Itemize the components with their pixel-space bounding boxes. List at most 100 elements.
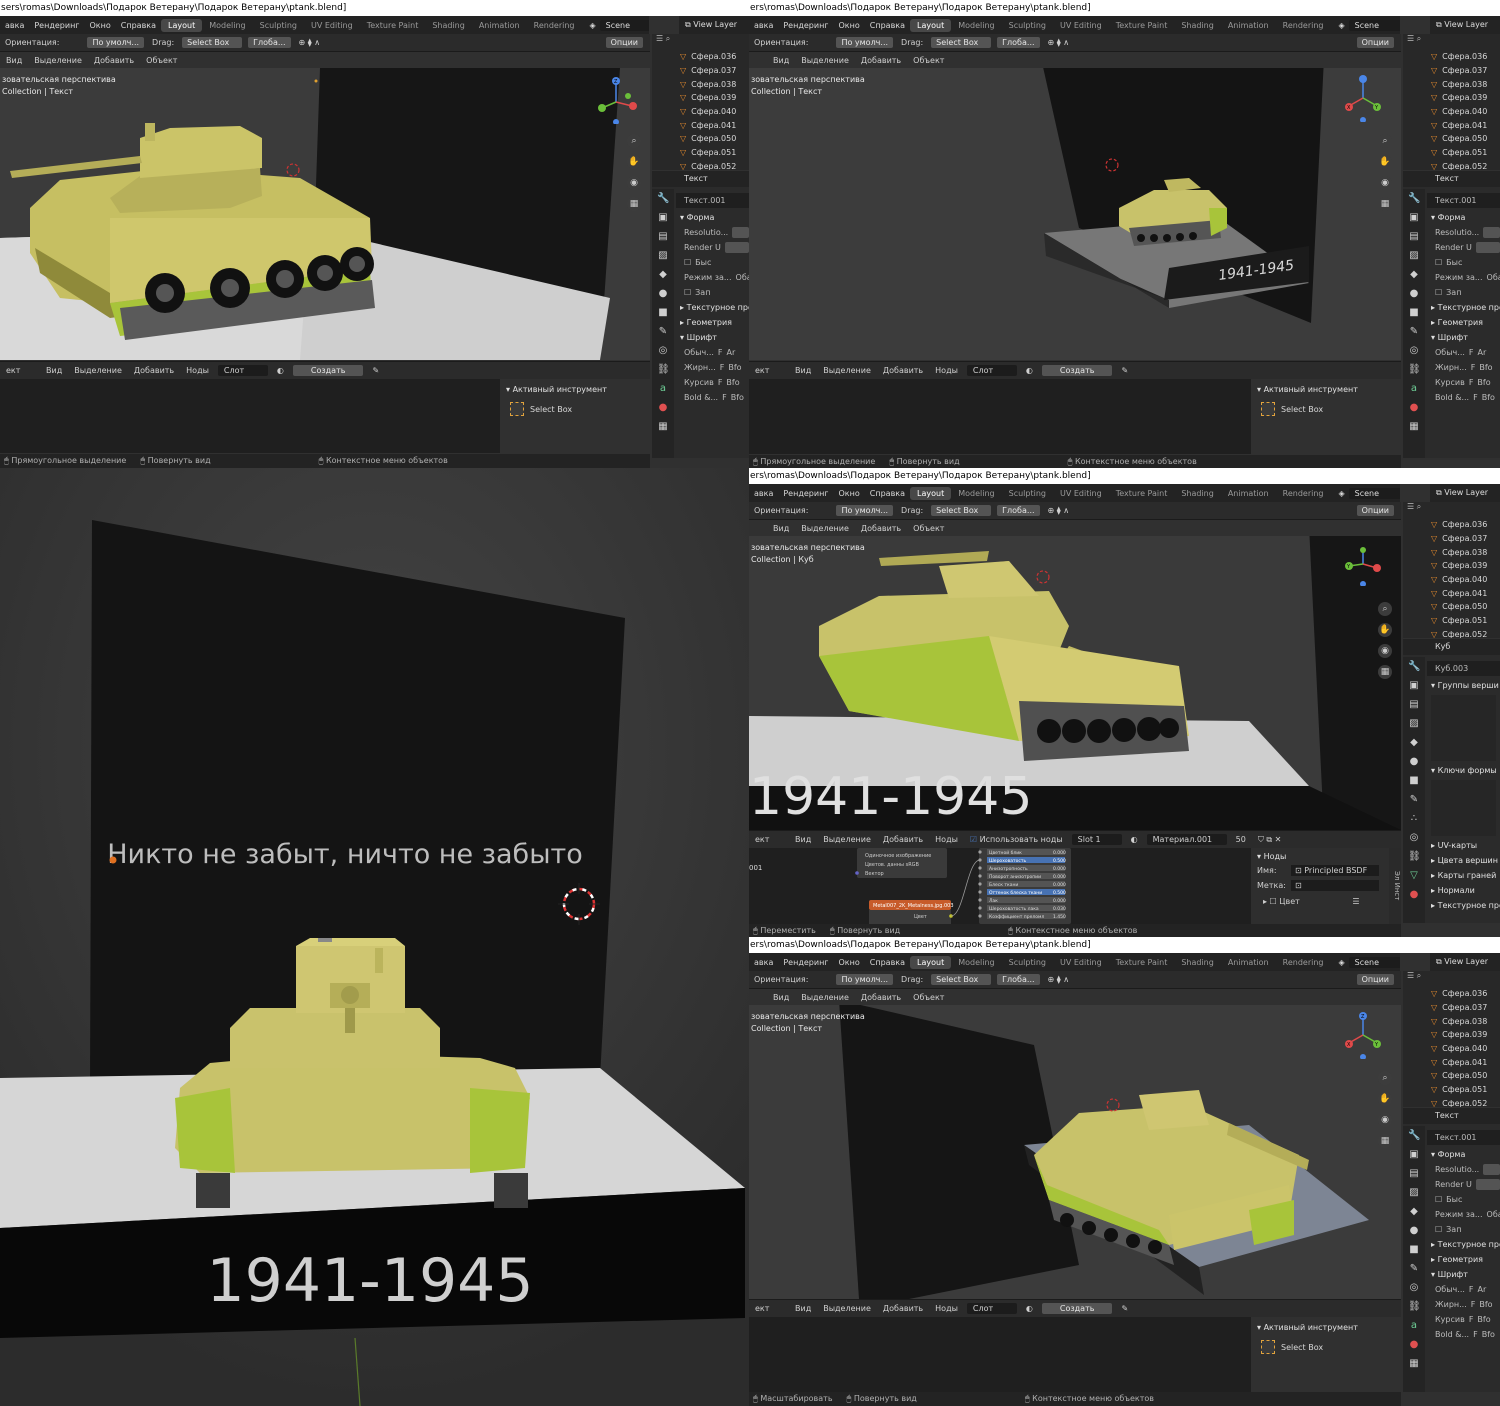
- select-box-tool[interactable]: Select Box: [1251, 1332, 1401, 1362]
- select-box-tool[interactable]: Select Box: [500, 394, 650, 424]
- node-menu-add[interactable]: Добавить: [877, 1304, 929, 1313]
- material-sphere-icon[interactable]: ◐: [1125, 835, 1144, 844]
- tab-texture-paint[interactable]: Texture Paint: [1109, 956, 1175, 969]
- hand-pan-icon[interactable]: ✋: [627, 155, 641, 169]
- constraint-icon[interactable]: ⛓: [1408, 851, 1421, 863]
- transform-dropdown[interactable]: Глоба...: [997, 37, 1040, 48]
- render-icon[interactable]: ▣: [657, 212, 669, 224]
- menu-item[interactable]: Рендеринг: [778, 958, 833, 967]
- tab-modeling[interactable]: Modeling: [951, 487, 1001, 500]
- options-dropdown[interactable]: Опции: [1356, 505, 1394, 516]
- resolution-field[interactable]: Resolutio...: [676, 225, 749, 240]
- tab-layout[interactable]: Layout: [910, 486, 952, 500]
- tab-rendering[interactable]: Rendering: [527, 19, 582, 32]
- list-item[interactable]: ▽ Сфера.052: [652, 160, 749, 170]
- checker-icon[interactable]: ▦: [1408, 421, 1420, 433]
- viewport-3d[interactable]: 1941-1945 зовательская перспектива Colle…: [749, 68, 1401, 360]
- hand-pan-icon[interactable]: ✋: [1378, 155, 1392, 169]
- view-layer-field[interactable]: ⧉ View Layer: [1430, 484, 1500, 502]
- font-italic-field[interactable]: Курсив F Bfo: [1427, 1312, 1500, 1327]
- node-label-field[interactable]: ⊡: [1291, 880, 1379, 891]
- scene-icon[interactable]: ◆: [657, 269, 669, 281]
- material-icon[interactable]: ●: [657, 402, 669, 414]
- list-item[interactable]: ▽ Сфера.052: [1403, 628, 1500, 638]
- checker-icon[interactable]: ▦: [1408, 1358, 1420, 1370]
- menu-item[interactable]: Справка: [116, 21, 161, 30]
- tool-icon[interactable]: 🔧: [1408, 661, 1420, 673]
- list-item[interactable]: ▽ Сфера.037: [652, 64, 749, 78]
- list-item[interactable]: ▽ Сфера.036: [1403, 518, 1500, 532]
- list-item[interactable]: ▽ Сфера.039: [652, 91, 749, 105]
- physics-icon[interactable]: ◎: [657, 345, 669, 357]
- fill-mode-field[interactable]: Режим за...Оба(: [1427, 270, 1500, 285]
- list-item[interactable]: ▽ Сфера.037: [1403, 1001, 1500, 1015]
- drag-dropdown[interactable]: Select Box: [931, 505, 992, 516]
- viewport-menu-add[interactable]: Добавить: [855, 524, 907, 533]
- object-icon[interactable]: ■: [1408, 307, 1420, 319]
- mesh-data-icon[interactable]: ▽: [1408, 870, 1420, 882]
- node-editor-canvas[interactable]: Одиночное изображение Цветов. данны sRGB…: [749, 848, 1251, 924]
- node-menu-view[interactable]: Вид: [40, 366, 68, 375]
- list-item[interactable]: ▽ Сфера.036: [1403, 50, 1500, 64]
- list-item[interactable]: ▽ Сфера.039: [1403, 559, 1500, 573]
- grid-icon[interactable]: ▦: [1378, 197, 1392, 211]
- zoom-icon[interactable]: ⌕: [1378, 134, 1392, 148]
- tab-shading[interactable]: Shading: [1174, 19, 1221, 32]
- list-item[interactable]: ▽ Сфера.040: [652, 105, 749, 119]
- pin-icon[interactable]: ✎: [1115, 1304, 1134, 1313]
- snap-icon[interactable]: ⊕ ⧫ ∧: [1043, 975, 1075, 984]
- viewport-menu-object[interactable]: Объект: [907, 993, 950, 1002]
- tab-sculpting[interactable]: Sculpting: [1002, 956, 1053, 969]
- view-layer-icon[interactable]: ▨: [1408, 1187, 1420, 1199]
- list-item[interactable]: ▽ Сфера.037: [1403, 532, 1500, 546]
- transform-dropdown[interactable]: Глоба...: [248, 37, 291, 48]
- view-layer-icon[interactable]: ▨: [1408, 718, 1420, 730]
- section-shape[interactable]: ▾ Форма: [676, 210, 749, 225]
- tab-animation[interactable]: Animation: [1221, 487, 1276, 500]
- zoom-icon[interactable]: ⌕: [627, 134, 641, 148]
- section-shape-keys[interactable]: ▾ Ключи формы: [1427, 763, 1500, 778]
- scene-icon[interactable]: ◆: [1408, 737, 1420, 749]
- viewport-menu-view[interactable]: Вид: [767, 993, 795, 1002]
- viewport-menu-view[interactable]: Вид: [767, 524, 795, 533]
- node-editor-canvas[interactable]: [749, 1317, 1251, 1392]
- modifier-icon[interactable]: ✎: [657, 326, 669, 338]
- list-item[interactable]: ▽ Сфера.052: [1403, 160, 1500, 170]
- hand-pan-icon[interactable]: ✋: [1378, 1092, 1392, 1106]
- list-item[interactable]: ▽ Сфера.050: [1403, 132, 1500, 146]
- tool-icon[interactable]: 🔧: [657, 193, 669, 205]
- menu-item[interactable]: Справка: [865, 489, 910, 498]
- viewport-menu-select[interactable]: Выделение: [28, 56, 88, 65]
- view-layer-icon[interactable]: ▨: [657, 250, 669, 262]
- tool-icon[interactable]: 🔧: [1408, 1130, 1420, 1142]
- grid-icon[interactable]: ▦: [627, 197, 641, 211]
- menu-item[interactable]: авка: [749, 21, 778, 30]
- constraint-icon[interactable]: ⛓: [1408, 1301, 1421, 1313]
- camera-icon[interactable]: ◉: [1378, 644, 1392, 658]
- node-menu-select[interactable]: Выделение: [817, 835, 877, 844]
- scene-field[interactable]: Scene: [599, 19, 649, 31]
- modifier-icon[interactable]: ✎: [1408, 326, 1420, 338]
- list-item[interactable]: ▽ Сфера.040: [1403, 573, 1500, 587]
- menu-item[interactable]: Окно: [834, 21, 865, 30]
- tab-sculpting[interactable]: Sculpting: [1002, 487, 1053, 500]
- section-vertex-groups[interactable]: ▾ Группы верши: [1427, 678, 1500, 693]
- physics-icon[interactable]: ◎: [1408, 1282, 1420, 1294]
- tab-shading[interactable]: Shading: [425, 19, 472, 32]
- list-item[interactable]: ▽ Сфера.036: [652, 50, 749, 64]
- axis-gizmo-icon[interactable]: X Y: [1339, 72, 1389, 122]
- tab-layout[interactable]: Layout: [161, 18, 203, 32]
- options-dropdown[interactable]: Опции: [1356, 37, 1394, 48]
- fast-checkbox[interactable]: ☐ Быс: [1427, 255, 1500, 270]
- node-menu-select[interactable]: Выделение: [817, 1304, 877, 1313]
- node-object-dropdown[interactable]: ект: [749, 1304, 789, 1313]
- slot-dropdown[interactable]: Slot 1: [1071, 834, 1122, 845]
- section-vertex-colors[interactable]: ▸ Цвета вершин: [1427, 853, 1500, 868]
- slot-dropdown[interactable]: Слот: [966, 365, 1017, 376]
- node-menu-nodes[interactable]: Ноды: [929, 1304, 964, 1313]
- section-shape[interactable]: ▾ Форма: [1427, 210, 1500, 225]
- section-geometry[interactable]: ▸ Геометрия: [676, 315, 749, 330]
- fill-checkbox[interactable]: ☐ Зап: [676, 285, 749, 300]
- node-menu-view[interactable]: Вид: [789, 835, 817, 844]
- checker-icon[interactable]: ▦: [657, 421, 669, 433]
